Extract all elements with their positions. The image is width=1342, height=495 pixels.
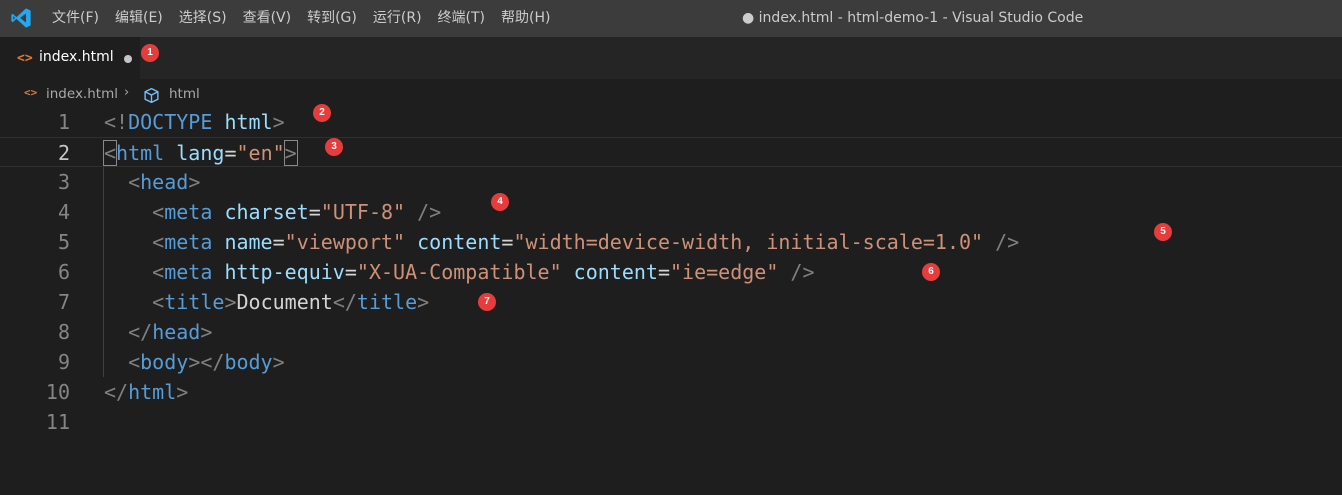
breadcrumb-node[interactable]: html — [169, 86, 200, 102]
annotation-badge-1: 1 — [141, 44, 159, 62]
vscode-logo-icon — [11, 8, 31, 28]
chevron-right-icon: › — [124, 85, 130, 100]
menu-terminal[interactable]: 终端(T) — [430, 0, 493, 37]
code-line[interactable]: 9 <body></body> — [0, 347, 1342, 377]
code-text: </head> — [128, 320, 213, 344]
code-text: <meta charset="UTF-8" /> — [152, 200, 442, 224]
annotation-badge-6: 6 — [922, 263, 940, 281]
line-number: 2 — [57, 141, 70, 165]
code-line[interactable]: 1 <!DOCTYPE html> 2 — [0, 104, 1342, 137]
annotation-badge-7: 7 — [478, 293, 496, 311]
annotation-badge-4: 4 — [491, 193, 509, 211]
code-line[interactable]: 4 <meta charset="UTF-8" /> 4 — [0, 193, 1342, 227]
code-text: <body></body> — [128, 350, 285, 374]
line-number: 8 — [57, 320, 70, 344]
code-line[interactable]: 7 <title>Document</title> 7 — [0, 287, 1342, 317]
line-number: 1 — [57, 110, 70, 134]
unsaved-dot-icon[interactable] — [124, 55, 132, 63]
code-text: <html lang="en"> — [102, 140, 298, 166]
menu-view[interactable]: 查看(V) — [235, 0, 300, 37]
menu-bar: 文件(F) 编辑(E) 选择(S) 查看(V) 转到(G) 运行(R) 终端(T… — [44, 0, 558, 37]
tab-index-html[interactable]: <> index.html — [0, 37, 140, 79]
breadcrumb: <> index.html › html — [0, 79, 1342, 109]
menu-help[interactable]: 帮助(H) — [493, 0, 558, 37]
code-line[interactable]: 3 <head> — [0, 167, 1342, 197]
symbol-element-icon — [144, 87, 159, 104]
code-text: <!DOCTYPE html> — [104, 110, 285, 134]
breadcrumb-file[interactable]: index.html — [46, 86, 118, 102]
code-text: <title>Document</title> — [152, 290, 430, 314]
line-number: 6 — [57, 260, 70, 284]
menu-edit[interactable]: 编辑(E) — [107, 0, 171, 37]
code-line[interactable]: 11 — [0, 407, 1342, 437]
tab-label: index.html — [39, 49, 114, 65]
code-line[interactable]: 8 </head> — [0, 317, 1342, 347]
menu-go[interactable]: 转到(G) — [299, 0, 365, 37]
code-text: <meta http-equiv="X-UA-Compatible" conte… — [152, 260, 815, 284]
menu-run[interactable]: 运行(R) — [365, 0, 430, 37]
annotation-badge-2: 2 — [313, 104, 331, 122]
line-number: 11 — [45, 410, 70, 434]
menu-selection[interactable]: 选择(S) — [171, 0, 235, 37]
line-number: 3 — [57, 170, 70, 194]
window-title: ● index.html - html-demo-1 - Visual Stud… — [742, 10, 1084, 26]
line-number: 10 — [45, 380, 70, 404]
code-text: <head> — [128, 170, 201, 194]
code-line[interactable]: 6 <meta http-equiv="X-UA-Compatible" con… — [0, 257, 1342, 287]
code-text: <meta name="viewport" content="width=dev… — [152, 230, 1020, 254]
annotation-badge-3: 3 — [325, 138, 343, 156]
title-bar: 文件(F) 编辑(E) 选择(S) 查看(V) 转到(G) 运行(R) 终端(T… — [0, 0, 1342, 37]
line-number: 5 — [57, 230, 70, 254]
line-number: 4 — [57, 200, 70, 224]
html-file-icon: <> — [17, 51, 33, 66]
menu-file[interactable]: 文件(F) — [44, 0, 107, 37]
line-number: 7 — [57, 290, 70, 314]
code-line-current[interactable]: 2 <html lang="en"> 3 — [0, 137, 1342, 167]
code-editor[interactable]: 1 <!DOCTYPE html> 2 2 <html lang="en"> 3… — [0, 104, 1342, 495]
annotation-badge-5: 5 — [1154, 223, 1172, 241]
code-line[interactable]: 10 </html> — [0, 377, 1342, 407]
html-file-icon: <> — [24, 86, 38, 99]
editor-tab-bar: <> index.html 1 — [0, 37, 1342, 79]
code-line[interactable]: 5 <meta name="viewport" content="width=d… — [0, 223, 1342, 257]
code-text: </html> — [104, 380, 189, 404]
line-number: 9 — [57, 350, 70, 374]
